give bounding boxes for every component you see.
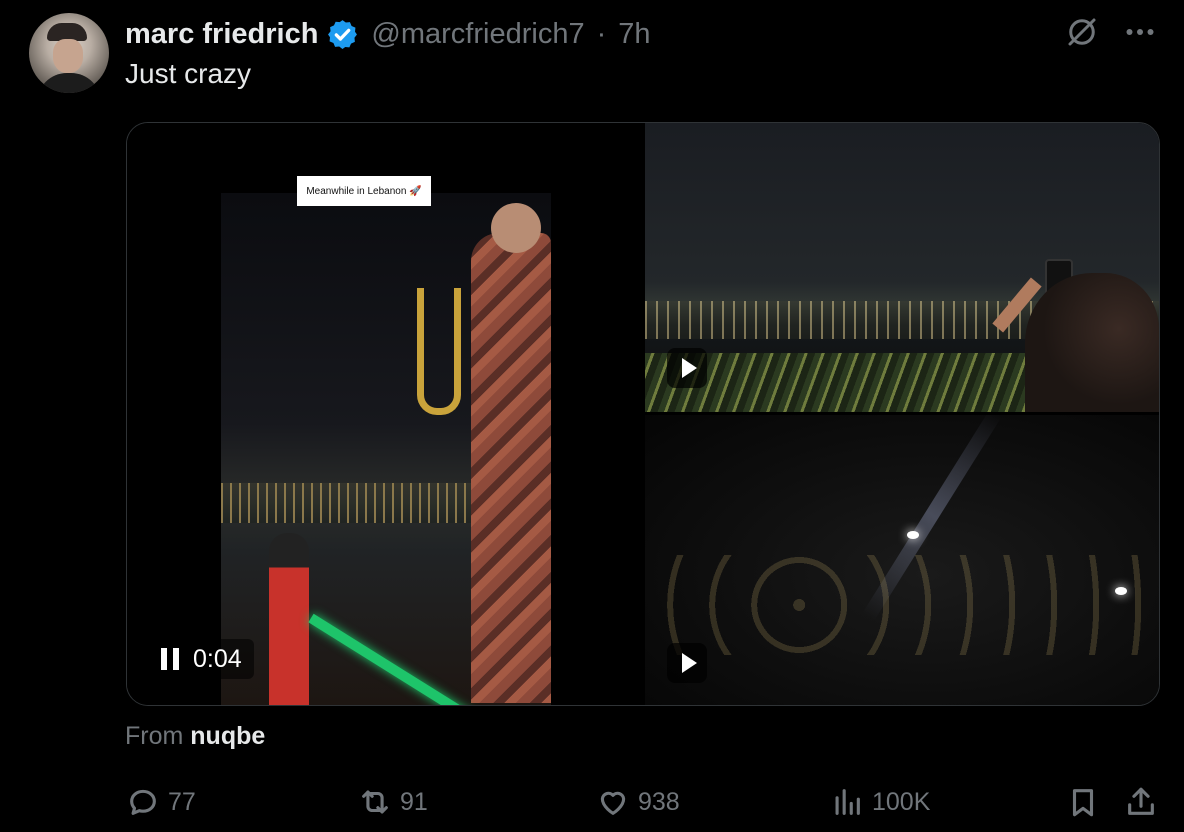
post-header: marc friedrich @marcfriedrich7 · 7h xyxy=(125,14,651,54)
author-avatar[interactable] xyxy=(29,13,109,93)
post-text: Just crazy xyxy=(125,58,252,89)
avatar-shirt xyxy=(37,73,101,93)
verified-badge-icon xyxy=(328,19,358,49)
bookmark-button[interactable] xyxy=(1066,780,1100,824)
more-icon[interactable] xyxy=(1122,14,1158,50)
saxophonist-head xyxy=(491,203,541,253)
grok-icon[interactable] xyxy=(1064,14,1100,50)
post-top-actions xyxy=(1064,14,1158,50)
video-player-top-right[interactable] xyxy=(645,123,1159,412)
video-caption-overlay: Meanwhile in Lebanon 🚀 xyxy=(297,176,431,206)
video-timestamp: 0:04 xyxy=(193,644,242,673)
reply-button[interactable]: 77 xyxy=(126,780,196,824)
views-icon xyxy=(835,789,860,815)
video-player-main[interactable]: Meanwhile in Lebanon 🚀 0:04 xyxy=(127,123,645,705)
share-icon xyxy=(1128,787,1154,815)
heart-icon xyxy=(600,791,626,815)
woman-figure xyxy=(269,533,309,705)
post-actions-bar: 77 91 938 100K xyxy=(126,780,1162,824)
light-dot xyxy=(1115,587,1127,595)
crowd-lights xyxy=(645,555,1159,655)
views-button[interactable]: 100K xyxy=(830,780,930,824)
reply-icon xyxy=(130,789,156,815)
like-button[interactable]: 938 xyxy=(596,780,680,824)
city-lights xyxy=(221,483,481,523)
media-grid: Meanwhile in Lebanon 🚀 0:04 xyxy=(126,122,1160,706)
post-time[interactable]: 7h xyxy=(618,18,650,51)
light-dot xyxy=(907,531,919,539)
separator-dot: · xyxy=(596,17,607,50)
pause-icon[interactable] xyxy=(161,648,179,670)
author-name[interactable]: marc friedrich xyxy=(125,18,318,51)
play-icon[interactable] xyxy=(667,643,707,683)
share-button[interactable] xyxy=(1124,780,1158,824)
reply-count: 77 xyxy=(168,787,196,816)
repost-icon xyxy=(362,790,388,814)
video-player-bottom-right[interactable] xyxy=(645,415,1159,705)
play-icon[interactable] xyxy=(667,348,707,388)
author-handle[interactable]: @marcfriedrich7 xyxy=(371,18,584,51)
bookmark-icon xyxy=(1072,789,1094,817)
repost-count: 91 xyxy=(400,787,428,816)
person-figure xyxy=(1025,273,1159,412)
views-count: 100K xyxy=(872,787,931,816)
like-count: 938 xyxy=(638,787,680,816)
repost-button[interactable]: 91 xyxy=(358,780,428,824)
avatar-face xyxy=(53,39,83,73)
source-attribution: From nuqbe xyxy=(125,722,265,751)
saxophone xyxy=(417,288,461,415)
source-prefix: From xyxy=(125,722,184,750)
video-time-control[interactable]: 0:04 xyxy=(149,639,254,679)
video-frame-saxophonist xyxy=(221,193,551,705)
source-name[interactable]: nuqbe xyxy=(190,722,265,750)
saxophonist-figure xyxy=(471,233,551,703)
